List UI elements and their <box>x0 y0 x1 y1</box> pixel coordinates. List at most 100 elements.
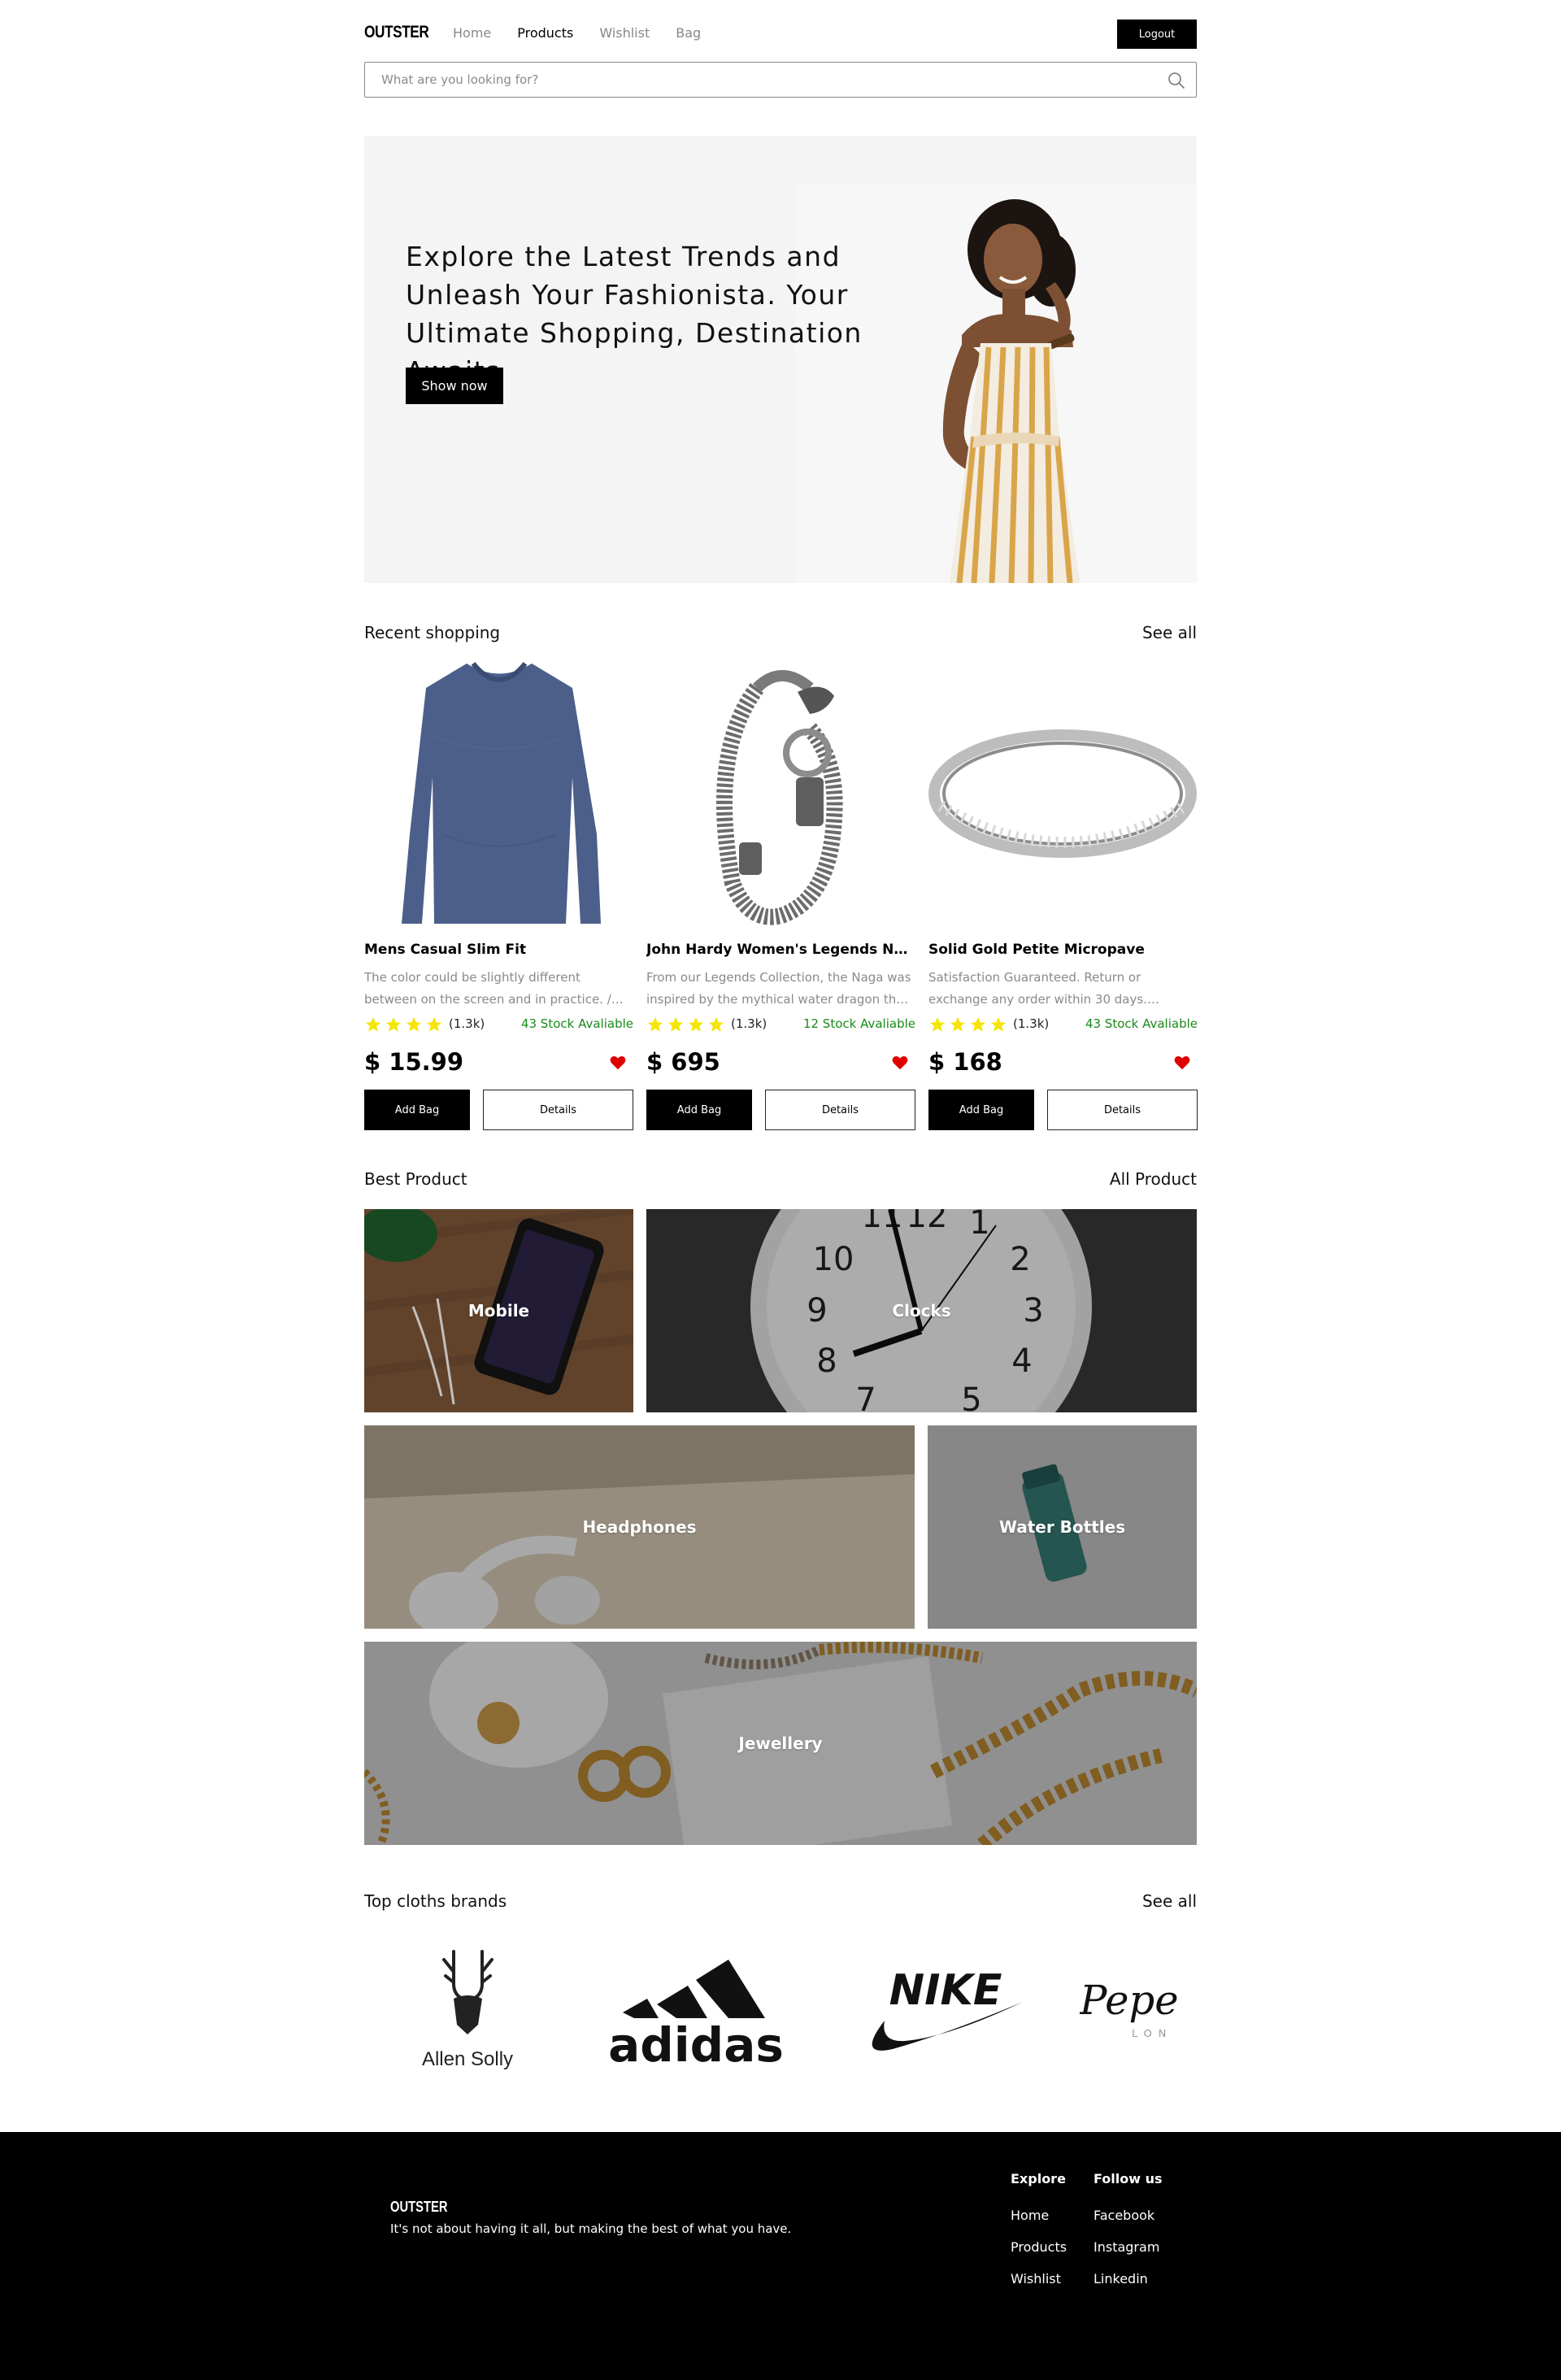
rating-stars <box>364 1016 443 1033</box>
footer-explore: Explore Home Products Wishlist <box>1011 2171 1067 2303</box>
pepe-logo: Pepe LON <box>1080 1977 1179 2040</box>
star-icon <box>426 1016 442 1032</box>
star-icon <box>990 1016 1007 1032</box>
product-image[interactable] <box>364 655 633 932</box>
tshirt-image <box>401 662 601 924</box>
section-title: Top cloths brands <box>364 1891 507 1911</box>
brands-row: Allen Solly adidas NIKE Pepe LON <box>364 1935 1197 2073</box>
nav-link-wishlist[interactable]: Wishlist <box>599 25 650 41</box>
tile-label: Jewellery <box>738 1734 823 1753</box>
stock-status: 43 Stock Avaliable <box>520 1016 633 1031</box>
footer-link-home[interactable]: Home <box>1011 2208 1067 2223</box>
add-bag-button[interactable]: Add Bag <box>928 1090 1034 1130</box>
see-all-brands-link[interactable]: See all <box>1142 1891 1197 1911</box>
tile-water-bottles[interactable]: Water Bottles <box>928 1425 1197 1629</box>
footer-link-products[interactable]: Products <box>1011 2239 1067 2255</box>
rating-stars <box>646 1016 725 1033</box>
brand-name: adidas <box>608 2017 784 2073</box>
add-bag-button[interactable]: Add Bag <box>646 1090 752 1130</box>
footer-follow-title: Follow us <box>1094 2171 1163 2186</box>
star-icon <box>708 1016 724 1032</box>
brand-adidas[interactable]: adidas <box>607 1935 785 2073</box>
product-image[interactable] <box>928 655 1198 932</box>
footer-link-linkedin[interactable]: Linkedin <box>1094 2271 1163 2286</box>
recent-products-row: Mens Casual Slim Fit The color could be … <box>364 655 1198 1135</box>
product-name[interactable]: John Hardy Women's Legends Naga Gold & S… <box>646 942 915 958</box>
brand-subname: LON <box>1132 2028 1172 2040</box>
all-product-link[interactable]: All Product <box>1110 1169 1197 1189</box>
tile-jewellery[interactable]: Jewellery <box>364 1642 1197 1845</box>
footer-follow: Follow us Facebook Instagram Linkedin <box>1094 2171 1163 2303</box>
tile-label: Headphones <box>582 1517 697 1537</box>
top-navbar: OUTSTER Home Products Wishlist Bag Logou… <box>364 0 1197 67</box>
details-button[interactable]: Details <box>483 1090 633 1130</box>
product-card: Solid Gold Petite Micropave Satisfaction… <box>928 655 1198 1130</box>
star-icon <box>647 1016 663 1032</box>
brand-allen-solly[interactable]: Allen Solly <box>405 1935 531 2073</box>
star-icon <box>929 1016 946 1032</box>
star-icon <box>667 1016 684 1032</box>
stock-status: 43 Stock Avaliable <box>1085 1016 1198 1031</box>
product-image[interactable] <box>646 655 915 932</box>
add-bag-button[interactable]: Add Bag <box>364 1090 470 1130</box>
nav-link-home[interactable]: Home <box>453 25 491 41</box>
product-price: $ 168 <box>928 1048 1002 1076</box>
tile-label: Clocks <box>892 1301 951 1321</box>
footer-explore-title: Explore <box>1011 2171 1066 2186</box>
show-now-button[interactable]: Show now <box>406 368 503 404</box>
footer-link-facebook[interactable]: Facebook <box>1094 2208 1163 2223</box>
brand-nike[interactable]: NIKE <box>860 1935 1031 2073</box>
details-button[interactable]: Details <box>765 1090 915 1130</box>
star-icon <box>688 1016 704 1032</box>
review-count: (1.3k) <box>1013 1016 1050 1031</box>
logout-button[interactable]: Logout <box>1117 20 1197 49</box>
search-icon[interactable] <box>1167 71 1186 90</box>
product-card: John Hardy Women's Legends Naga Gold & S… <box>646 655 915 1130</box>
search-input[interactable] <box>381 63 1146 97</box>
tile-label: Water Bottles <box>998 1517 1126 1537</box>
best-product-header: Best Product All Product <box>364 1169 1197 1194</box>
heart-icon[interactable] <box>609 1054 627 1072</box>
brand-name: Allen Solly <box>422 2048 513 2070</box>
allen-solly-logo: Allen Solly <box>422 1950 513 2070</box>
nav-link-products[interactable]: Products <box>517 25 573 41</box>
product-description: From our Legends Collection, the Naga wa… <box>646 970 911 1007</box>
brands-header: Top cloths brands See all <box>364 1891 1197 1916</box>
brand-name: Pepe <box>1080 1977 1179 2024</box>
product-name[interactable]: Solid Gold Petite Micropave <box>928 942 1198 958</box>
heart-icon[interactable] <box>1173 1054 1191 1072</box>
hero-banner: Explore the Latest Trends and Unleash Yo… <box>364 136 1197 583</box>
product-name[interactable]: Mens Casual Slim Fit <box>364 942 633 958</box>
nav-links: Home Products Wishlist Bag <box>453 25 727 41</box>
star-icon <box>385 1016 402 1032</box>
tile-mobile[interactable]: Mobile <box>364 1209 633 1412</box>
hero-model-image <box>942 199 1080 583</box>
section-title: Recent shopping <box>364 623 501 642</box>
product-card: Mens Casual Slim Fit The color could be … <box>364 655 633 1130</box>
footer-link-wishlist[interactable]: Wishlist <box>1011 2271 1067 2286</box>
brand-logo[interactable]: OUTSTER <box>364 23 429 42</box>
star-icon <box>970 1016 986 1032</box>
star-icon <box>406 1016 422 1032</box>
product-price: $ 15.99 <box>364 1048 464 1076</box>
heart-icon[interactable] <box>891 1054 909 1072</box>
tile-clocks[interactable]: 10 9 8 7 5 4 3 2 1 12 11 Clocks <box>646 1209 1197 1412</box>
details-button[interactable]: Details <box>1047 1090 1198 1130</box>
star-icon <box>365 1016 381 1032</box>
see-all-link[interactable]: See all <box>1142 623 1197 642</box>
section-title: Best Product <box>364 1169 467 1189</box>
review-count: (1.3k) <box>449 1016 485 1031</box>
recent-shopping-header: Recent shopping See all <box>364 623 1197 647</box>
tile-headphones[interactable]: Headphones <box>364 1425 915 1629</box>
site-footer: OUTSTER It's not about having it all, bu… <box>0 2132 1561 2380</box>
search-bar <box>364 62 1197 98</box>
stock-status: 12 Stock Avaliable <box>802 1016 915 1031</box>
footer-link-instagram[interactable]: Instagram <box>1094 2239 1163 2255</box>
ring-image <box>928 729 1197 858</box>
nav-link-bag[interactable]: Bag <box>676 25 701 41</box>
product-description: The color could be slightly different be… <box>364 970 611 1007</box>
brand-pepe[interactable]: Pepe LON <box>1080 1935 1197 2073</box>
footer-logo[interactable]: OUTSTER <box>390 2199 448 2216</box>
product-description: Satisfaction Guaranteed. Return or excha… <box>928 970 1147 1007</box>
brand-name: NIKE <box>889 1966 1002 2015</box>
